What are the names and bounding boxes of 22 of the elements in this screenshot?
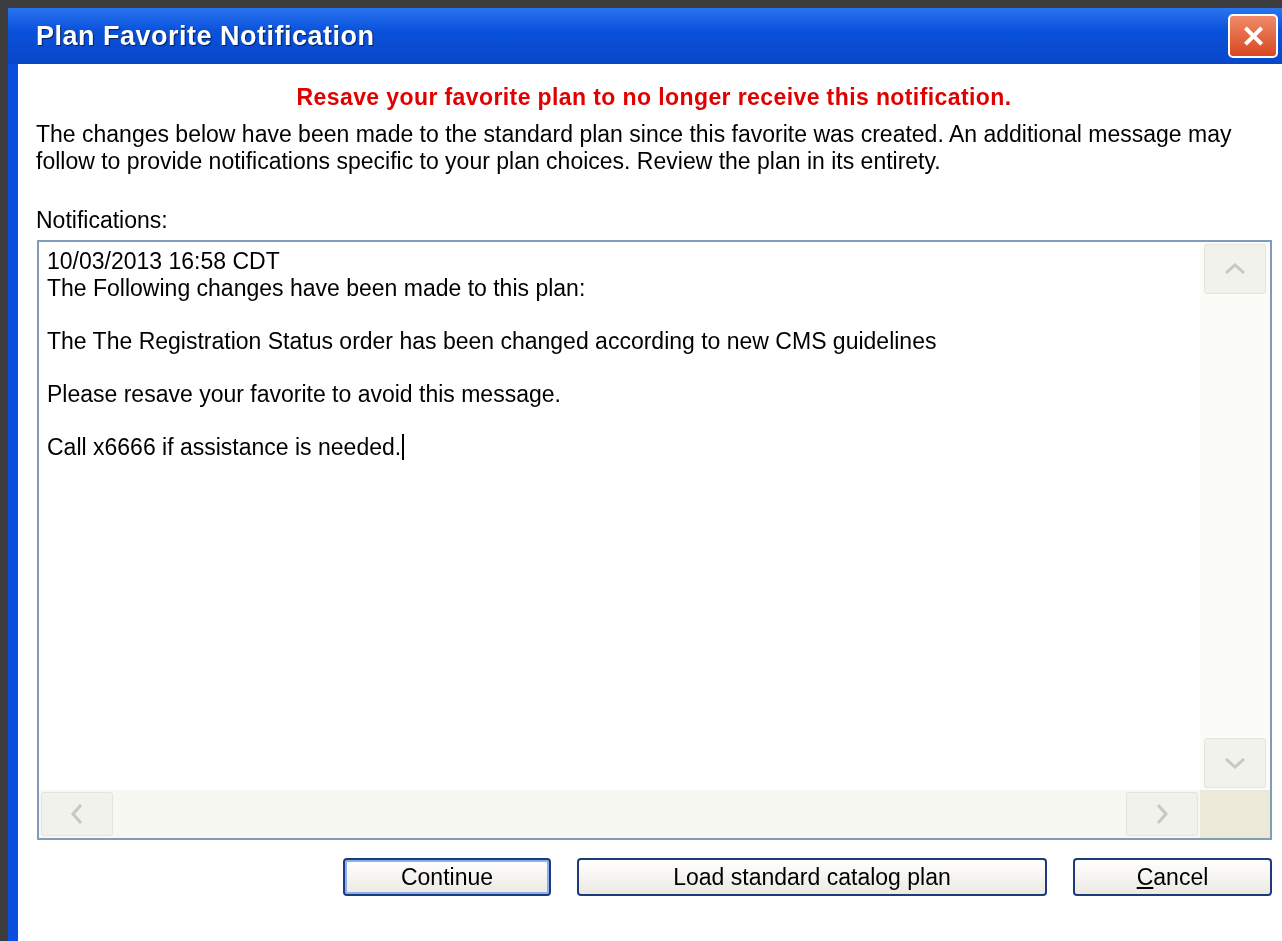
notifications-text-area[interactable] [37,240,1272,840]
dialog-button[interactable]: Load standard catalog plan [577,858,1047,896]
scroll-down-button[interactable] [1204,738,1266,788]
notification-line: 10/03/2013 16:58 CDT [47,248,280,274]
scroll-up-button[interactable] [1204,244,1266,294]
caret-left-icon [71,803,83,825]
warning-message: Resave your favorite plan to no longer receive this notification. [295,84,1013,111]
scrollbar-corner [1200,790,1270,838]
notification-line: Call x6666 if assistance is needed. [47,433,402,460]
dialog-button[interactable]: Cancel [1073,858,1272,896]
dialog-button[interactable]: Continue [343,858,551,896]
window-title: Plan Favorite Notification [36,20,375,52]
notification-line: Please resave your favorite to avoid this message. [47,380,561,407]
description-text: The changes below have been made to the standard plan since this favorite was created. An additional message may follow to provide notifications specific to your plan choices. Review the plan in its entirety. [36,121,1233,175]
caret-down-icon [1224,757,1246,769]
caret-up-icon [1224,263,1246,275]
notification-line: The Following changes have been made to this plan: [47,274,586,301]
notification-line: The The Registration Status order has been changed according to new CMS guidelines [47,327,937,354]
scroll-left-button[interactable] [41,792,113,836]
scroll-right-button[interactable] [1126,792,1198,836]
caret-right-icon [1156,803,1168,825]
notifications-label: Notifications: [36,207,169,234]
